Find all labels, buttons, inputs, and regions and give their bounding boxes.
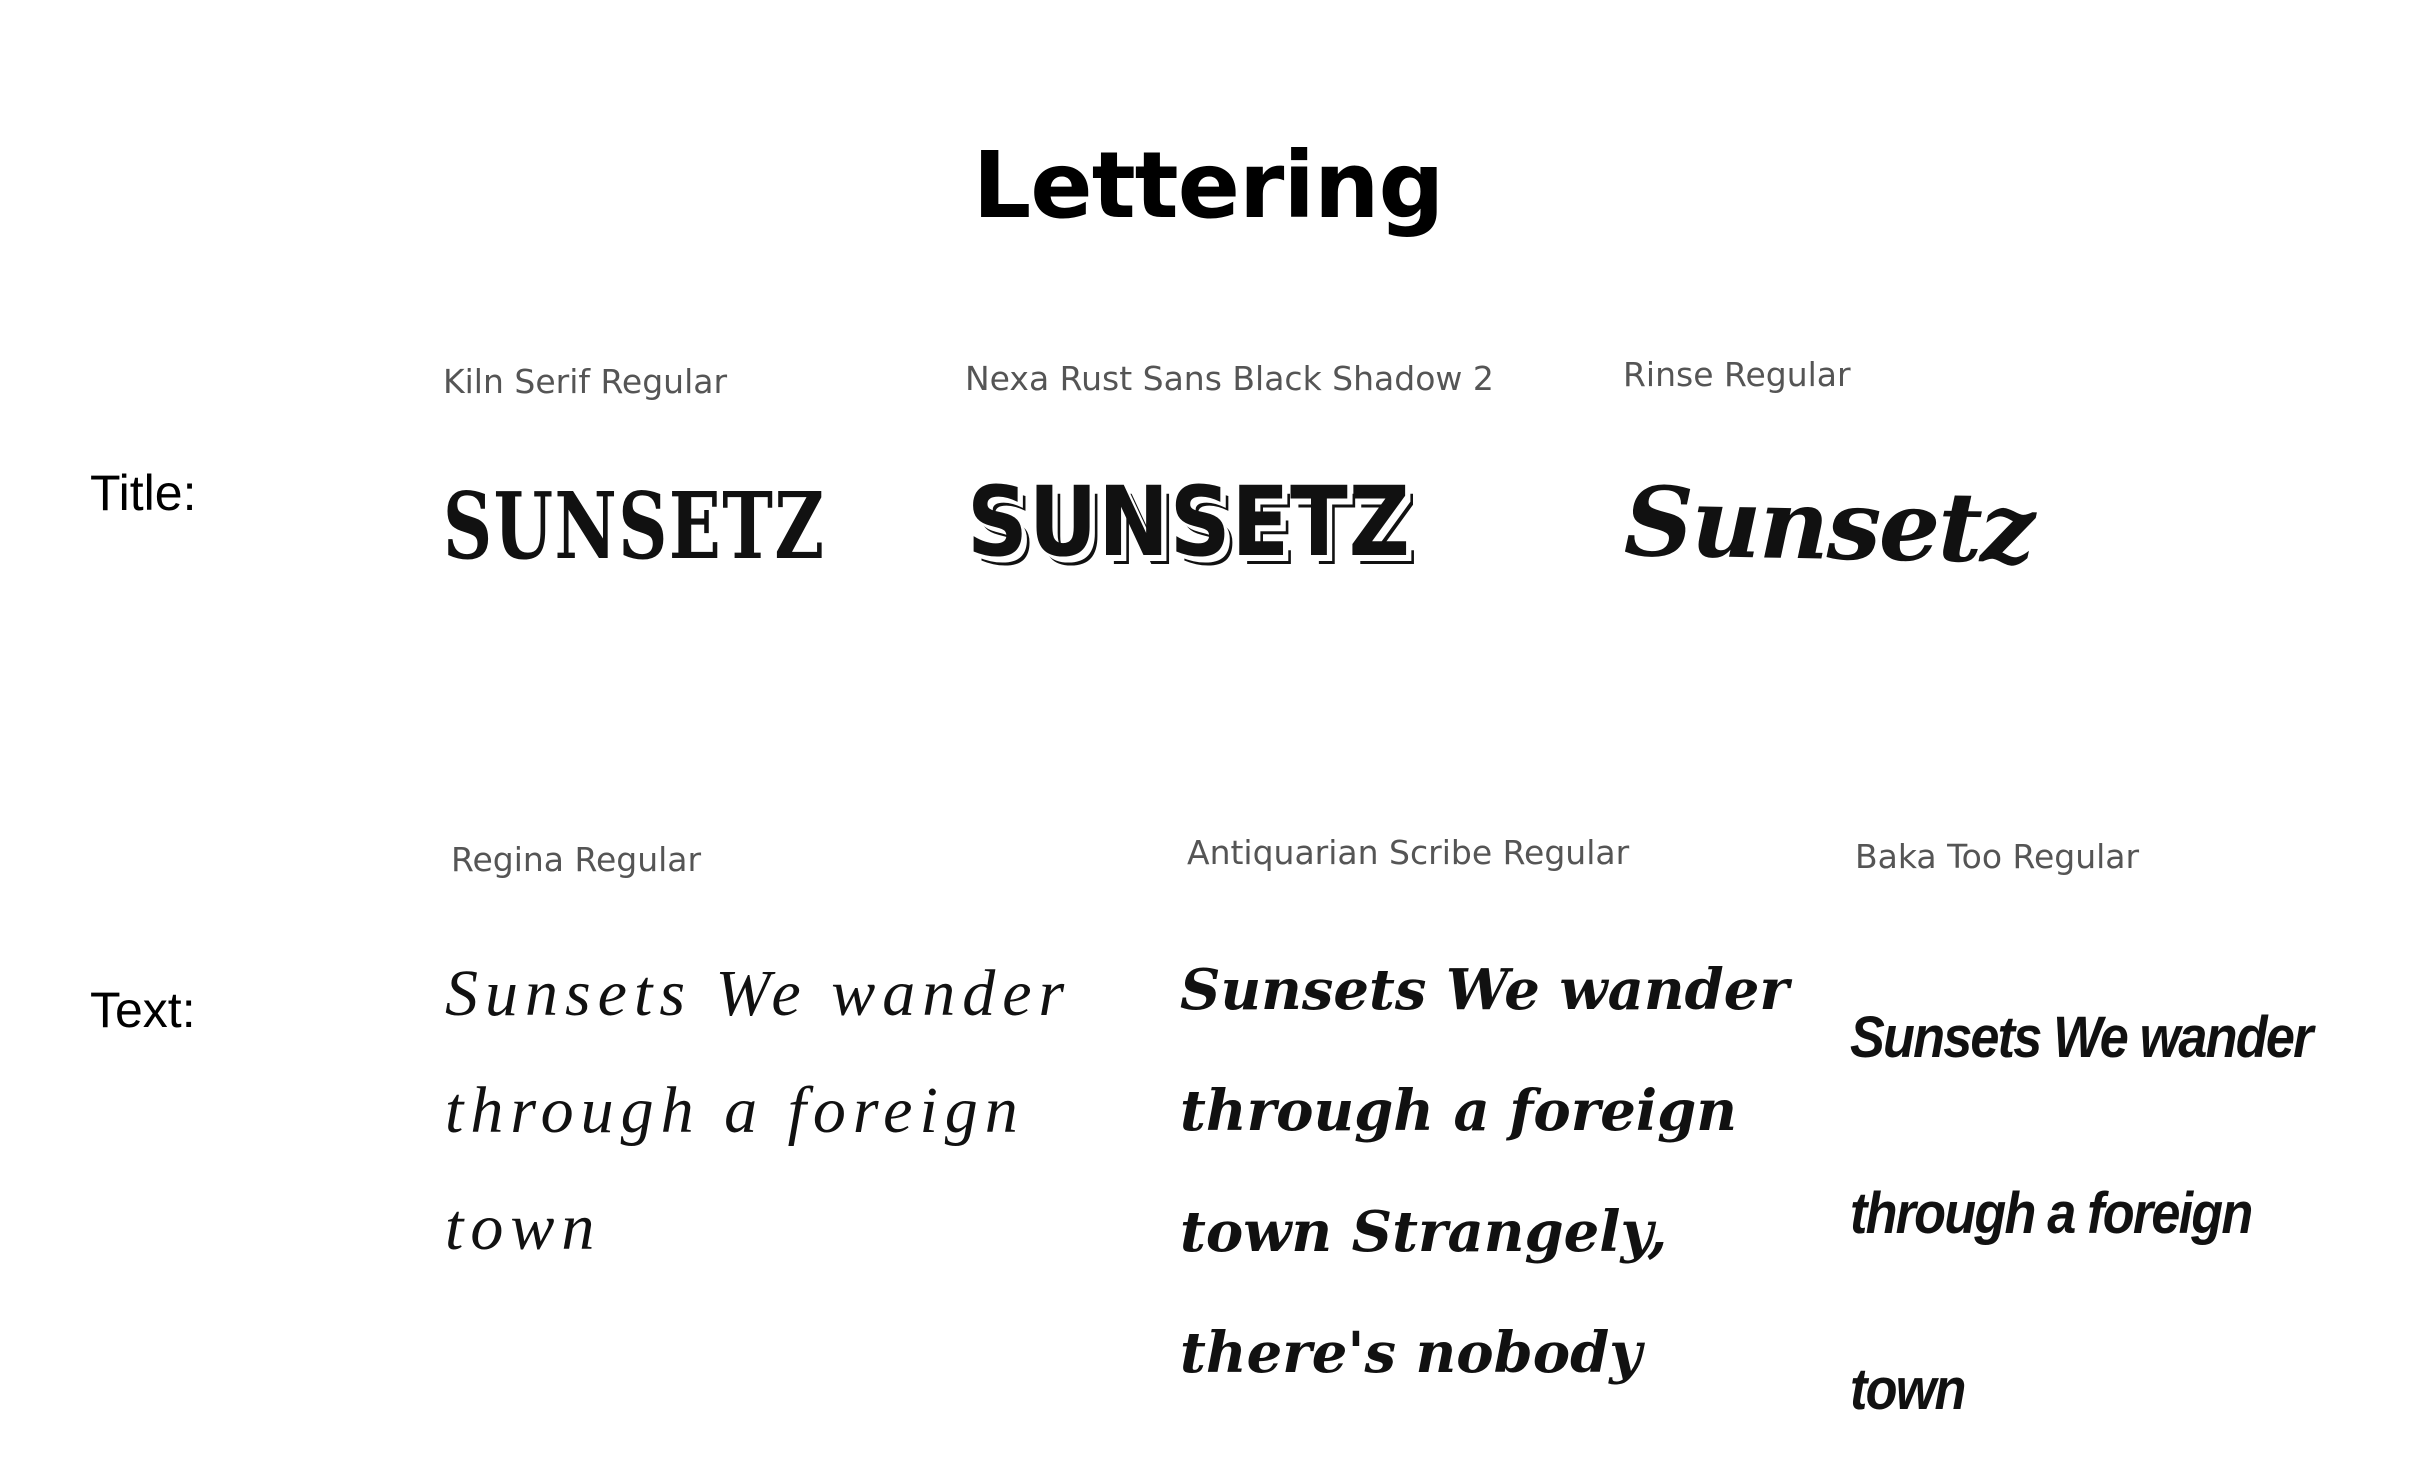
sample-nexa-rust: SUNSETZ [967,466,1411,578]
sample-rinse: Sunsetz [1623,465,2035,586]
font-name-regina: Regina Regular [451,840,702,879]
sample-baka-too: Sunsets We wander through a foreign town [1850,1005,2313,1422]
page-title: Lettering [972,132,1445,239]
font-name-nexa-rust: Nexa Rust Sans Black Shadow 2 [965,359,1494,398]
font-name-antiquarian-scribe: Antiquarian Scribe Regular [1187,833,1630,872]
sample-kiln-serif: SUNSETZ [443,472,826,580]
font-name-kiln-serif: Kiln Serif Regular [443,362,728,401]
font-name-rinse: Rinse Regular [1623,355,1851,394]
title-row-label: Title: [90,465,197,521]
font-name-baka-too: Baka Too Regular [1855,837,2140,876]
sample-regina: Sunsets We wander through a foreign town [445,957,1072,1264]
text-row-label: Text: [90,982,196,1038]
sample-antiquarian-scribe: Sunsets We wander through a foreign town… [1180,957,1789,1386]
